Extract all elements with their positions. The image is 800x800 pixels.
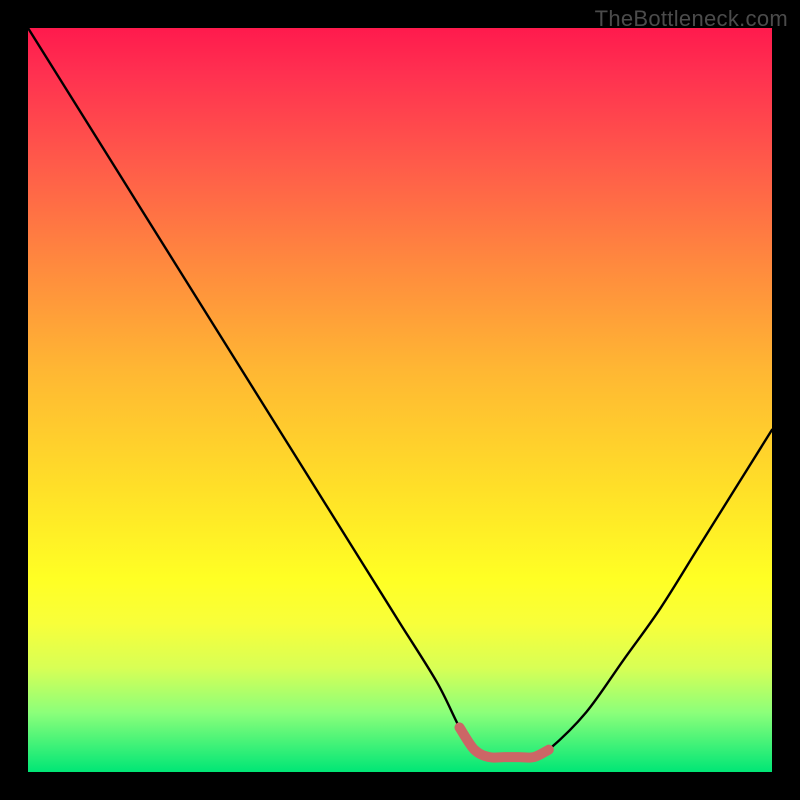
- chart-frame: TheBottleneck.com: [0, 0, 800, 800]
- bottleneck-curve: [28, 28, 772, 758]
- highlight-segment: [460, 727, 549, 757]
- watermark-text: TheBottleneck.com: [595, 6, 788, 32]
- plot-area: [28, 28, 772, 772]
- curve-layer: [28, 28, 772, 772]
